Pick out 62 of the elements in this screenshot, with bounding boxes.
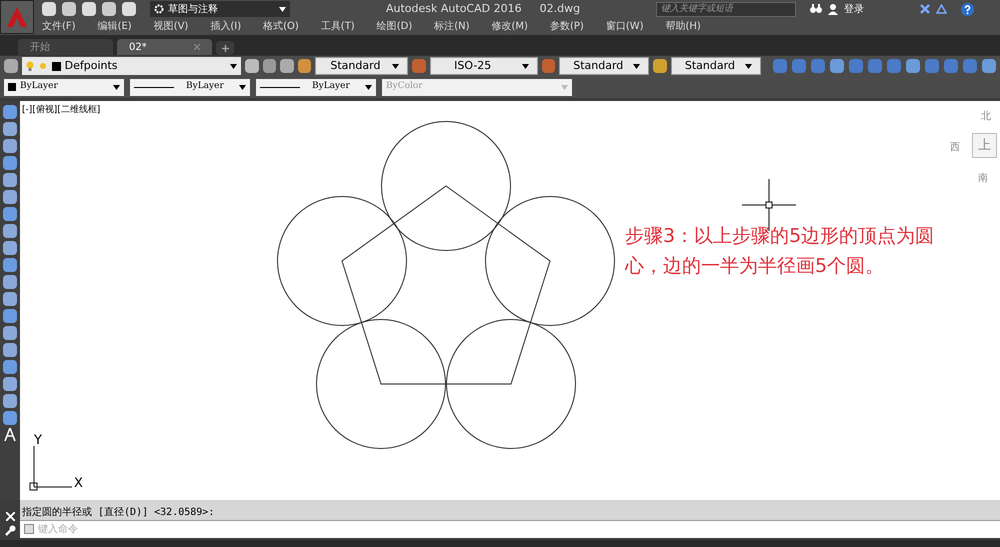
annotation-text: 步骤3：以上步骤的5边形的顶点为圆心，边的一半为半径画5个圆。 <box>625 224 936 279</box>
menu-item[interactable]: 文件(F) <box>42 19 76 34</box>
viewcube-direction[interactable]: 西 <box>950 140 960 155</box>
triangle-icon[interactable] <box>936 4 948 14</box>
style-dropdown[interactable]: Standard <box>315 57 408 75</box>
binoculars-icon[interactable] <box>810 4 822 14</box>
ucs-axis-icon <box>30 446 72 490</box>
style-dropdown[interactable]: ISO-25 <box>430 57 538 75</box>
plus-icon <box>222 44 228 52</box>
user-icon[interactable] <box>828 4 838 14</box>
caret-icon <box>522 64 529 68</box>
menu-item[interactable]: 绘图(D) <box>376 19 412 34</box>
login-link[interactable]: 登录 <box>844 2 864 16</box>
caret-icon <box>365 84 372 90</box>
property-dropdown[interactable]: ByLayer <box>130 78 250 96</box>
command-history: 指定圆的半径或 [直径(D)] <32.0589>: <box>20 500 1000 520</box>
menu-item[interactable]: 编辑(E) <box>98 19 132 34</box>
file-tab[interactable]: 开始 <box>18 39 113 55</box>
viewcube-direction[interactable]: 南 <box>978 171 988 186</box>
menu-item[interactable]: 插入(I) <box>210 19 242 34</box>
new-tab-button[interactable] <box>216 41 234 55</box>
gear-icon <box>154 4 164 14</box>
text-tool-icon[interactable] <box>4 428 16 441</box>
menu-item[interactable]: 修改(M) <box>492 19 528 34</box>
help-icon[interactable] <box>961 2 974 16</box>
style-dropdown[interactable]: Standard <box>670 57 761 75</box>
property-dropdown[interactable]: ByLayer <box>256 78 376 96</box>
wrench-icon[interactable] <box>4 525 16 536</box>
file-tab[interactable]: 02* <box>117 39 212 55</box>
logo-icon <box>6 6 28 28</box>
caret-icon <box>239 84 246 90</box>
caret-icon <box>561 84 568 90</box>
caret-icon <box>392 64 400 68</box>
menu-item[interactable]: 窗口(W) <box>606 19 644 34</box>
command-input[interactable]: 键入命令 <box>20 520 1000 538</box>
menu-item[interactable]: 视图(V) <box>154 19 188 34</box>
property-dropdown[interactable]: ByLayer <box>4 78 124 96</box>
menu-item[interactable]: 帮助(H) <box>666 19 701 34</box>
layer-dropdown[interactable]: Defpoints <box>22 57 241 75</box>
workspace-dropdown[interactable]: 草图与注释 <box>150 1 290 17</box>
file-name: 02.dwg <box>540 0 580 17</box>
menu-item[interactable]: 参数(P) <box>550 19 584 34</box>
axis-label: Y <box>34 432 42 450</box>
menu-item[interactable]: 工具(T) <box>320 19 355 34</box>
menu-item[interactable]: 标注(N) <box>434 19 470 34</box>
lightbulb-icon[interactable] <box>26 60 34 72</box>
app-menu-button[interactable] <box>0 0 34 34</box>
caret-icon <box>113 84 120 90</box>
axis-label: X <box>74 475 83 493</box>
caret-icon <box>279 6 286 12</box>
caret-icon <box>633 64 640 68</box>
command-prompt-icon <box>24 524 34 534</box>
viewcube-direction[interactable]: 北 <box>981 109 991 124</box>
menu-item[interactable]: 格式(O) <box>263 19 299 34</box>
color-swatch-icon <box>52 62 61 70</box>
caret-icon <box>744 64 752 68</box>
viewport-label[interactable]: [-][俯视][二维线框] <box>22 104 100 118</box>
style-dropdown[interactable]: Standard <box>559 57 650 75</box>
app-title: Autodesk AutoCAD 2016 <box>386 0 522 17</box>
cross-icon[interactable] <box>920 4 930 14</box>
search-field[interactable]: 键入关键字或短语 <box>656 2 796 16</box>
caret-icon <box>230 64 237 68</box>
